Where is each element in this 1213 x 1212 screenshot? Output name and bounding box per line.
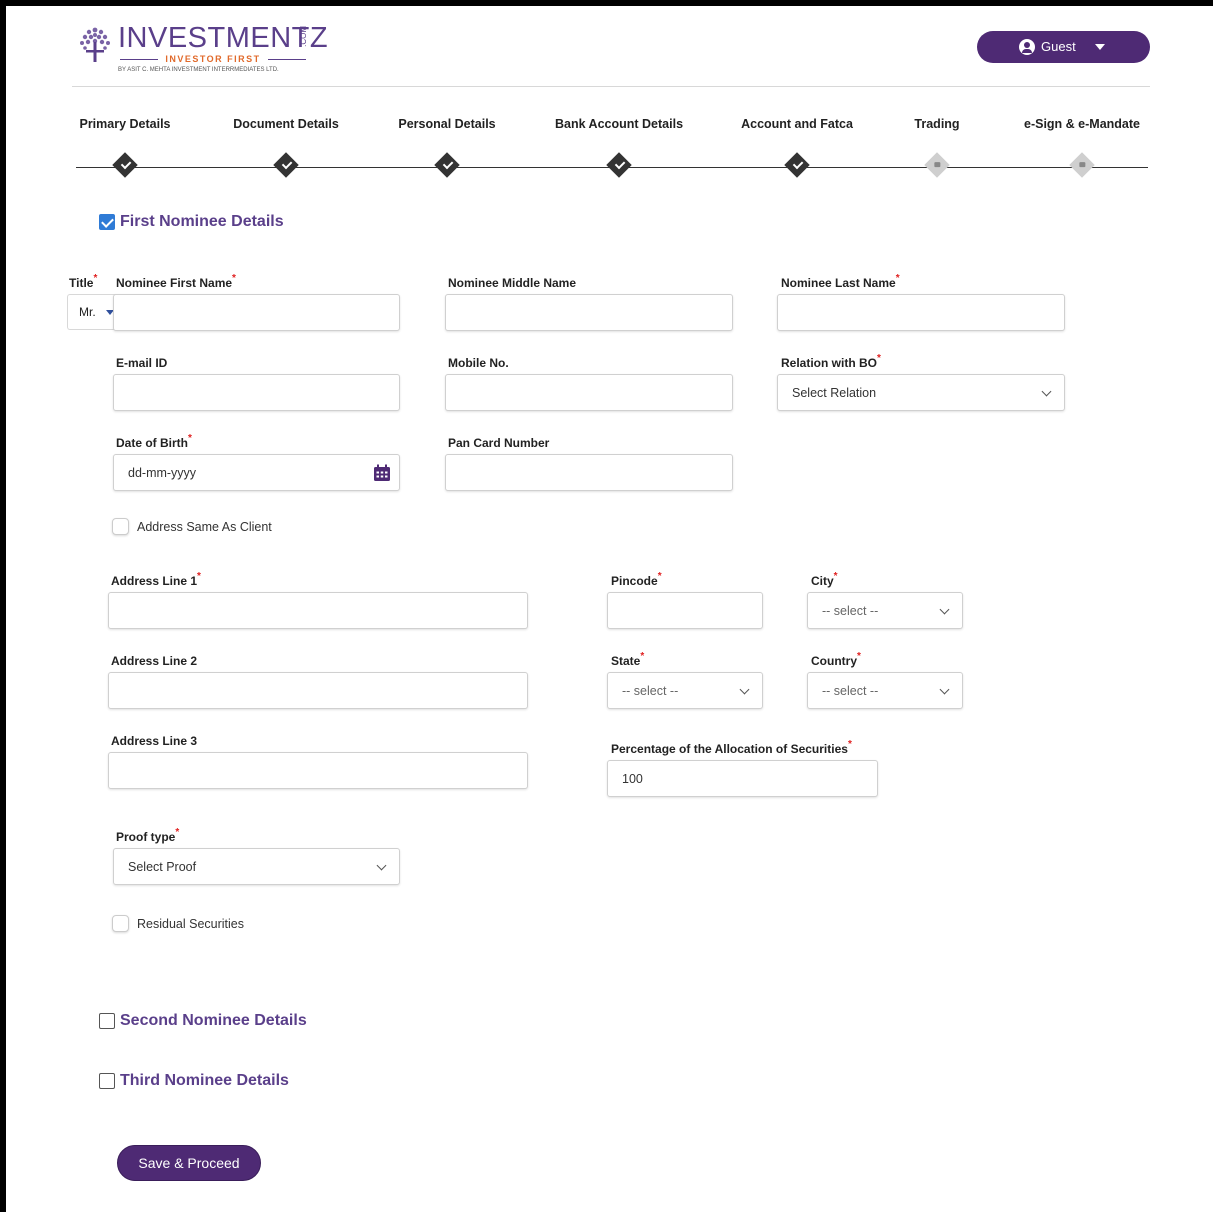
nominee-last-name-input[interactable] (777, 294, 1065, 331)
chevron-down-icon (739, 684, 750, 695)
step-done-check-icon[interactable] (606, 152, 632, 178)
proof-value: Select Proof (128, 859, 197, 874)
third-nominee-checkbox[interactable] (99, 1073, 115, 1089)
email-label: E-mail ID (116, 356, 168, 370)
address-line1-input[interactable] (108, 592, 528, 629)
user-circle-icon (1019, 39, 1035, 55)
chevron-down-icon (939, 684, 950, 695)
residual-securities-checkbox[interactable]: Residual Securities (112, 915, 244, 932)
mobile-label: Mobile No. (448, 356, 509, 370)
last-name-label: Nominee Last Name* (781, 273, 900, 290)
brand-logo[interactable]: INVESTMENTZ .COM INVESTOR FIRST BY ASIT … (78, 20, 328, 82)
email-input[interactable] (113, 374, 400, 411)
chevron-down-icon (1041, 386, 1052, 397)
second-nominee-heading: Second Nominee Details (120, 1012, 307, 1029)
step-locked-lock-icon (924, 152, 950, 178)
country-value: -- select -- (822, 683, 879, 698)
proof-type-select[interactable]: Select Proof (113, 848, 400, 885)
chevron-down-icon (376, 860, 387, 871)
step-label-esign-emandate: e-Sign & e-Mandate (1024, 117, 1140, 131)
pincode-label: Pincode* (611, 571, 662, 588)
step-locked-lock-icon (1069, 152, 1095, 178)
nominee-middle-name-input[interactable] (445, 294, 733, 331)
pan-input[interactable] (445, 454, 733, 491)
middle-name-label: Nominee Middle Name (448, 276, 577, 290)
pincode-input[interactable] (607, 592, 763, 629)
step-done-check-icon[interactable] (784, 152, 810, 178)
nominee-first-name-input[interactable] (113, 294, 400, 331)
address-same-label: Address Same As Client (137, 519, 272, 534)
residual-securities-label: Residual Securities (137, 916, 244, 931)
address2-label: Address Line 2 (111, 654, 198, 668)
step-label-account-and-fatca[interactable]: Account and Fatca (741, 117, 853, 131)
step-done-check-icon[interactable] (112, 152, 138, 178)
dob-input[interactable]: dd-mm-yyyy (113, 454, 400, 491)
relation-select[interactable]: Select Relation (777, 374, 1065, 411)
city-value: -- select -- (822, 603, 879, 618)
first-nominee-checkbox[interactable] (99, 214, 115, 230)
dob-label: Date of Birth* (116, 433, 192, 450)
step-done-check-icon[interactable] (434, 152, 460, 178)
country-label: Country* (811, 651, 861, 668)
caret-down-icon (1095, 44, 1105, 50)
state-select[interactable]: -- select -- (607, 672, 763, 709)
first-nominee-section-header[interactable]: First Nominee Details (99, 213, 284, 231)
first-nominee-heading: First Nominee Details (120, 213, 284, 230)
address-line3-input[interactable] (108, 752, 528, 789)
brand-subline: BY ASIT C. MEHTA INVESTMENT INTERRMEDIAT… (118, 67, 279, 73)
pan-label: Pan Card Number (448, 436, 550, 450)
relation-value: Select Relation (792, 385, 877, 400)
step-label-trading: Trading (914, 117, 960, 131)
tree-logo-icon (80, 27, 110, 62)
address3-label: Address Line 3 (111, 734, 198, 748)
step-label-document-details[interactable]: Document Details (233, 117, 339, 131)
address-same-as-client-checkbox[interactable]: Address Same As Client (112, 518, 272, 535)
allocation-percentage-input[interactable]: 100 (607, 760, 878, 797)
save-and-proceed-button[interactable]: Save & Proceed (117, 1145, 261, 1181)
brand-suffix: .COM (299, 26, 308, 47)
guest-user-menu-button[interactable]: Guest (977, 31, 1150, 63)
proof-type-label: Proof type* (116, 827, 180, 844)
brand-name: INVESTMENTZ (118, 22, 329, 54)
checkbox-box[interactable] (112, 915, 129, 932)
country-select[interactable]: -- select -- (807, 672, 963, 709)
page: INVESTMENTZ .COM INVESTOR FIRST BY ASIT … (6, 6, 1213, 1212)
step-label-personal-details[interactable]: Personal Details (398, 117, 495, 131)
step-label-primary-details[interactable]: Primary Details (79, 117, 170, 131)
checkbox-box[interactable] (112, 518, 129, 535)
allocation-value: 100 (622, 771, 643, 786)
step-label-bank-account-details[interactable]: Bank Account Details (555, 117, 683, 131)
address-line2-input[interactable] (108, 672, 528, 709)
third-nominee-section-header[interactable]: Third Nominee Details (99, 1072, 289, 1090)
city-label: City* (811, 571, 838, 588)
second-nominee-checkbox[interactable] (99, 1013, 115, 1029)
address1-label: Address Line 1* (111, 571, 201, 588)
dob-placeholder: dd-mm-yyyy (128, 465, 197, 480)
city-select[interactable]: -- select -- (807, 592, 963, 629)
second-nominee-section-header[interactable]: Second Nominee Details (99, 1012, 307, 1030)
state-label: State* (611, 651, 645, 668)
third-nominee-heading: Third Nominee Details (120, 1072, 289, 1089)
mobile-input[interactable] (445, 374, 733, 411)
state-value: -- select -- (622, 683, 679, 698)
allocation-label: Percentage of the Allocation of Securiti… (611, 739, 852, 756)
calendar-icon[interactable] (373, 464, 391, 482)
relation-label: Relation with BO* (781, 353, 881, 370)
title-label: Title* (69, 273, 98, 290)
chevron-down-icon (939, 604, 950, 615)
guest-label: Guest (1041, 39, 1076, 54)
step-done-check-icon[interactable] (273, 152, 299, 178)
header-divider (72, 86, 1150, 87)
title-value: Mr. (79, 305, 96, 319)
first-name-label: Nominee First Name* (116, 273, 236, 290)
title-select[interactable]: Mr. (67, 294, 117, 330)
brand-tagline: INVESTOR FIRST (165, 54, 261, 64)
